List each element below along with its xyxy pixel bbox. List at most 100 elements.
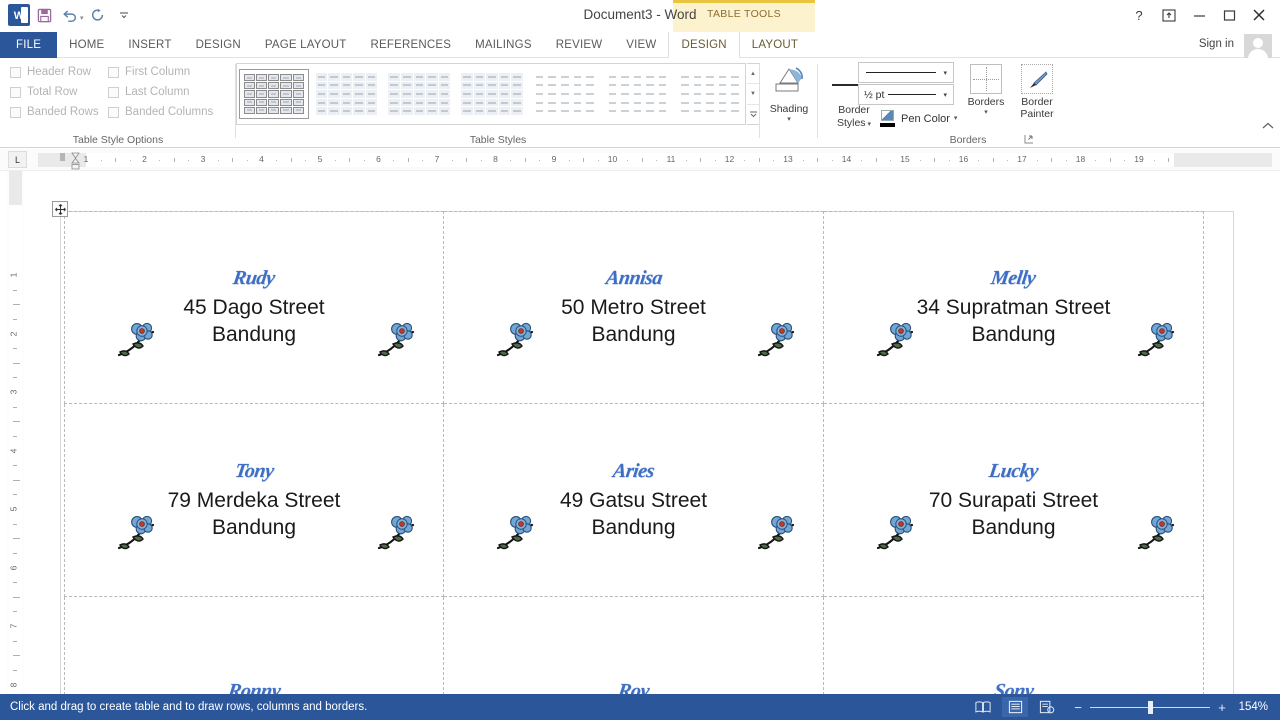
horizontal-ruler-track[interactable]: 1 2 3 4 5 6 7 8 9 10 11 12 13 14 15 16 17 18 19 <box>38 153 1272 167</box>
gallery-more-icon[interactable] <box>747 105 759 124</box>
close-icon[interactable] <box>1244 4 1274 26</box>
tab-page-layout[interactable]: PAGE LAYOUT <box>253 32 359 58</box>
tab-view[interactable]: VIEW <box>614 32 668 58</box>
borders-dialog-launcher-icon[interactable] <box>1023 134 1035 146</box>
checkbox-box[interactable] <box>10 66 21 78</box>
label-cell[interactable]: Ronny <box>64 597 444 695</box>
label-cell[interactable]: Annisa 50 Metro Street Bandung <box>444 211 824 404</box>
label-cell[interactable]: Tony 79 Merdeka Street Bandung <box>64 404 444 597</box>
tab-design[interactable]: DESIGN <box>184 32 253 58</box>
gallery-scroll-up-icon[interactable]: ▲ <box>747 64 759 85</box>
line-weight-combobox[interactable]: ½ pt ▾ <box>858 84 954 105</box>
undo-icon[interactable] <box>58 4 82 26</box>
account-avatar-icon[interactable] <box>1244 34 1272 60</box>
label-name: Annisa <box>604 267 664 289</box>
vertical-ruler[interactable]: 1 2 3 4 5 6 7 8 <box>6 171 24 715</box>
tab-home[interactable]: HOME <box>57 32 116 58</box>
read-mode-icon[interactable] <box>970 697 996 717</box>
redo-icon[interactable] <box>86 4 110 26</box>
save-icon[interactable] <box>32 4 56 26</box>
document-canvas[interactable]: Rudy 45 Dago Street Bandung Annisa 50 Metro … <box>26 171 1280 695</box>
checkbox-box[interactable] <box>10 86 21 98</box>
ruler-tick <box>188 160 190 161</box>
checkbox-box[interactable] <box>10 106 21 118</box>
zoom-in-icon[interactable]: + <box>1216 700 1228 715</box>
checkbox-box[interactable] <box>108 66 119 78</box>
border-painter-icon <box>1021 64 1053 94</box>
table-move-handle[interactable] <box>52 201 68 217</box>
vruler-tick <box>13 465 17 467</box>
vertical-ruler-track[interactable]: 1 2 3 4 5 6 7 8 <box>8 171 22 715</box>
line-style-combobox[interactable]: ▾ <box>858 62 954 83</box>
table-style-thumbnail[interactable] <box>529 69 600 119</box>
table-style-thumbnail[interactable] <box>239 69 309 119</box>
table-row[interactable]: Tony 79 Merdeka Street Bandung Aries 49 Gats… <box>64 404 1204 597</box>
tab-file[interactable]: FILE <box>0 32 58 58</box>
border-styles-label-line2: Styles <box>836 117 866 129</box>
tab-insert[interactable]: INSERT <box>116 32 183 58</box>
print-layout-icon[interactable] <box>1002 697 1028 717</box>
label-cell[interactable]: Roy <box>444 597 824 695</box>
table-style-thumbnail[interactable] <box>457 69 527 119</box>
minimize-icon[interactable] <box>1184 4 1214 26</box>
zoom-level-label[interactable]: 154% <box>1234 701 1272 713</box>
ribbon-display-options-icon[interactable] <box>1154 4 1184 26</box>
gallery-scroll-down-icon[interactable]: ▼ <box>747 84 759 105</box>
checkbox-total-row[interactable]: Total Row <box>10 86 78 98</box>
restore-icon[interactable] <box>1214 4 1244 26</box>
checkbox-box[interactable] <box>108 106 119 118</box>
border-styles-dropdown-icon[interactable]: ▾ <box>866 121 872 128</box>
border-painter-button[interactable]: Border Painter <box>1004 64 1070 120</box>
checkbox-last-column[interactable]: Last Column <box>108 86 190 98</box>
label-cell[interactable]: Aries 49 Gatsu Street Bandung <box>444 404 824 597</box>
label-name: Aries <box>611 459 656 482</box>
help-icon[interactable]: ? <box>1124 4 1154 26</box>
checkbox-first-column[interactable]: First Column <box>108 66 190 78</box>
label-cell[interactable]: Sony <box>824 597 1204 695</box>
horizontal-ruler[interactable]: L 1 2 3 4 5 6 7 8 9 10 11 12 13 14 15 16 17 18 19 <box>0 149 1280 171</box>
indent-markers[interactable] <box>60 150 82 170</box>
ruler-tick <box>480 160 482 161</box>
table-styles-gallery[interactable] <box>236 63 746 125</box>
chevron-down-icon[interactable]: ▾ <box>940 91 950 99</box>
labels-table[interactable]: Rudy 45 Dago Street Bandung Annisa 50 Metro … <box>64 211 1204 695</box>
table-row[interactable]: Ronny Roy Sony <box>64 597 1204 695</box>
customize-qat-icon[interactable] <box>112 4 136 26</box>
label-cell[interactable]: Rudy 45 Dago Street Bandung <box>64 211 444 404</box>
label-cell[interactable]: Melly 34 Supratman Street Bandung <box>824 211 1204 404</box>
tab-table-tools-layout[interactable]: LAYOUT <box>740 32 810 58</box>
label-cell[interactable]: Lucky 70 Surapati Street Bandung <box>824 404 1204 597</box>
zoom-out-icon[interactable]: − <box>1072 700 1084 715</box>
ruler-tick <box>363 160 365 161</box>
tab-table-tools-design[interactable]: DESIGN <box>668 32 740 59</box>
border-styles-button[interactable]: Border Styles ▾ <box>828 104 880 130</box>
pen-color-dropdown-icon[interactable]: ▾ <box>954 115 958 122</box>
tab-review[interactable]: REVIEW <box>544 32 615 58</box>
table-style-thumbnail[interactable] <box>311 69 382 119</box>
zoom-slider-thumb[interactable] <box>1148 700 1153 714</box>
checkbox-banded-columns[interactable]: Banded Columns <box>108 106 213 118</box>
zoom-slider[interactable]: − + <box>1072 700 1228 715</box>
chevron-down-icon[interactable]: ▾ <box>940 69 950 77</box>
checkbox-box[interactable] <box>108 86 119 98</box>
table-row[interactable]: Rudy 45 Dago Street Bandung Annisa 50 Metro … <box>64 211 1204 404</box>
zoom-slider-track[interactable] <box>1090 700 1210 714</box>
table-style-thumbnail[interactable] <box>602 69 673 119</box>
borders-dropdown-icon[interactable]: ▾ <box>984 109 988 116</box>
vruler-tick <box>13 523 17 525</box>
sign-in-link[interactable]: Sign in <box>1199 38 1234 50</box>
collapse-ribbon-icon[interactable] <box>1262 122 1274 134</box>
shading-button[interactable]: Shading ▾ <box>760 64 818 123</box>
undo-dropdown-icon[interactable]: ▾ <box>80 14 84 22</box>
checkbox-header-row[interactable]: Header Row <box>10 66 91 78</box>
pen-color-button[interactable]: Pen Color ▾ <box>880 110 957 127</box>
tab-mailings[interactable]: MAILINGS <box>463 32 544 58</box>
tab-references[interactable]: REFERENCES <box>359 32 464 58</box>
vruler-tick <box>13 289 17 291</box>
checkbox-banded-rows[interactable]: Banded Rows <box>10 106 99 118</box>
web-layout-icon[interactable] <box>1034 697 1060 717</box>
tab-stop-selector[interactable]: L <box>8 151 27 168</box>
table-style-thumbnail[interactable] <box>384 69 455 119</box>
shading-dropdown-icon[interactable]: ▾ <box>787 116 791 123</box>
table-style-thumbnail[interactable] <box>675 69 745 119</box>
